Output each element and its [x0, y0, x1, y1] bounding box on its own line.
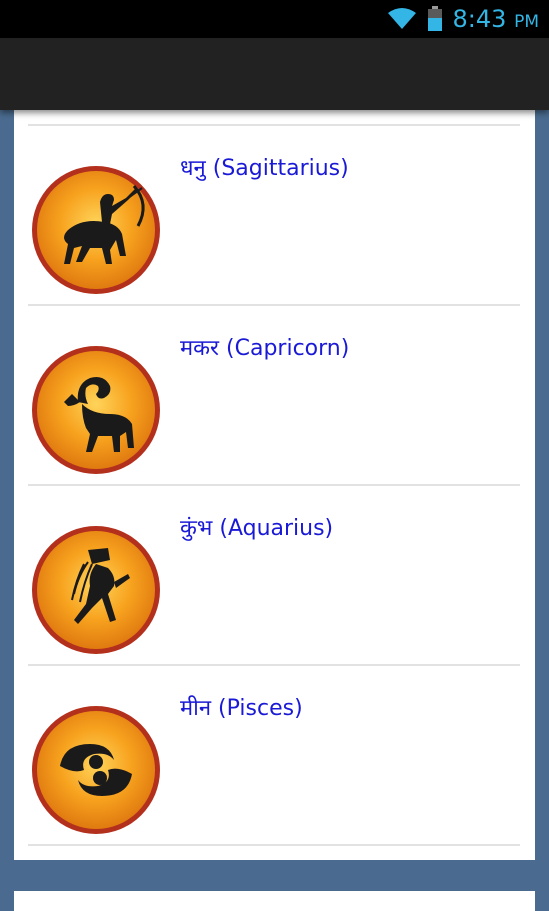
wifi-icon: [387, 8, 416, 29]
next-card: [14, 891, 535, 911]
list-item-capricorn[interactable]: मकर (Capricorn): [28, 304, 520, 486]
zodiac-name[interactable]: कुंभ (Aquarius): [180, 512, 333, 542]
list-item-sagittarius[interactable]: धनु (Sagittarius): [28, 124, 520, 306]
aquarius-icon: [32, 526, 160, 654]
clock: 8:43 PM: [453, 5, 539, 33]
status-bar: 8:43 PM: [0, 0, 549, 38]
zodiac-name[interactable]: धनु (Sagittarius): [180, 152, 349, 182]
list-item-pisces[interactable]: मीन (Pisces): [28, 664, 520, 846]
zodiac-name[interactable]: मीन (Pisces): [180, 692, 303, 722]
list-item-partial[interactable]: [28, 110, 520, 124]
capricorn-icon: [32, 346, 160, 474]
sagittarius-icon: [32, 166, 160, 294]
battery-icon: [427, 6, 442, 31]
zodiac-name[interactable]: मकर (Capricorn): [180, 332, 349, 362]
pisces-icon: [32, 706, 160, 834]
list-item-aquarius[interactable]: कुंभ (Aquarius): [28, 484, 520, 666]
clock-time: 8:43: [452, 5, 507, 33]
clock-ampm: PM: [514, 12, 539, 32]
zodiac-list: धनु (Sagittarius) मकर (Capricorn) कुंभ (…: [14, 110, 535, 860]
list-divider: [28, 844, 520, 846]
action-bar: [0, 38, 549, 110]
